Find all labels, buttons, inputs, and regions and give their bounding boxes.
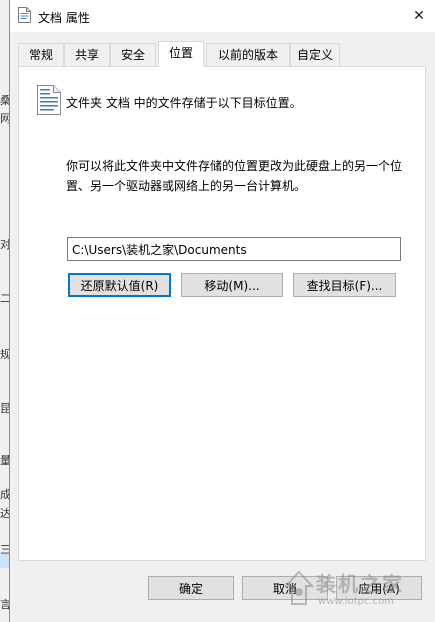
ok-button[interactable]: 确定 (148, 576, 234, 600)
tab-security[interactable]: 安全 (110, 43, 156, 66)
bg-fragment: 网 (0, 112, 9, 125)
bg-fragment: 成 (0, 488, 9, 501)
location-description: 你可以将此文件夹中文件存储的位置更改为此硬盘上的另一个位置、另一个驱动器或网络上… (66, 159, 403, 193)
close-icon: ✕ (413, 8, 425, 24)
tab-sharing[interactable]: 共享 (64, 43, 110, 66)
bg-fragment: 对 (0, 238, 9, 251)
tab-general[interactable]: 常规 (18, 43, 64, 66)
cancel-button[interactable]: 取消 (242, 576, 328, 600)
document-folder-icon (37, 85, 61, 115)
tab-previous-versions[interactable]: 以前的版本 (206, 43, 290, 66)
tab-location[interactable]: 位置 (158, 41, 204, 67)
bg-fragment: 昆 (0, 402, 9, 415)
bg-fragment: 二 (0, 292, 9, 305)
document-icon (18, 7, 31, 23)
apply-button[interactable]: 应用(A) (336, 576, 422, 600)
dialog-footer: 确定 取消 应用(A) (10, 560, 435, 622)
bg-fragment: 达 (0, 507, 9, 520)
tab-customize[interactable]: 自定义 (290, 43, 340, 66)
background-window-strip: 桑 网 对 二 规 昆 量 成 达 三 言 (0, 0, 9, 622)
bg-fragment: 规 (0, 348, 9, 361)
bg-fragment: 言 (0, 598, 9, 611)
find-target-button[interactable]: 查找目标(F)... (293, 273, 396, 297)
title-bar: 文档 属性 ✕ (10, 0, 435, 32)
close-button[interactable]: ✕ (406, 4, 432, 28)
bg-fragment: 桑 (0, 94, 9, 107)
bg-fragment: 量 (0, 454, 9, 467)
location-panel: 文件夹 文档 中的文件存储于以下目标位置。 你可以将此文件夹中文件存储的位置更改… (18, 66, 426, 561)
location-path-input[interactable] (67, 237, 401, 261)
bg-selection (0, 554, 9, 568)
properties-dialog: 文档 属性 ✕ 常规 共享 安全 位置 以前的版本 自定义 文件夹 文档 中的文… (9, 0, 435, 622)
move-button[interactable]: 移动(M)... (181, 273, 283, 297)
restore-default-button[interactable]: 还原默认值(R) (68, 273, 171, 297)
location-heading: 文件夹 文档 中的文件存储于以下目标位置。 (66, 96, 302, 110)
window-title: 文档 属性 (38, 11, 90, 25)
